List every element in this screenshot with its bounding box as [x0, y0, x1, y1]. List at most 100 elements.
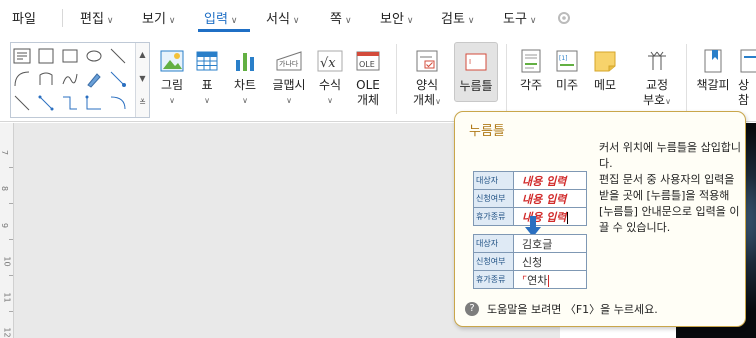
table-row: 신청여부 내용 입력	[473, 189, 587, 208]
field-button[interactable]: I 누름틀	[454, 42, 498, 102]
form-object-button[interactable]: 양식 개체∨	[410, 48, 444, 109]
chevron-down-icon[interactable]: ∨	[230, 93, 260, 108]
menu-view[interactable]: 보기 ∨	[142, 8, 176, 27]
table-header-cell: 휴가종류	[473, 270, 514, 289]
square-shape-icon[interactable]	[61, 47, 79, 65]
chevron-down-icon: ∨	[230, 16, 238, 26]
scroll-down-icon[interactable]: ▼	[136, 67, 149, 91]
elbow-connector-icon[interactable]	[61, 94, 79, 112]
equation-button[interactable]: √x 수식 ∨	[314, 48, 346, 108]
bookmark-button[interactable]: 책갈피	[694, 48, 732, 93]
equation-icon: √x	[317, 50, 343, 72]
table-value-text: 연차	[527, 273, 548, 287]
menu-page[interactable]: 쪽 ∨	[330, 8, 352, 27]
proofreading-label-line1: 교정	[645, 78, 669, 92]
table-header-cell: 대상자	[473, 171, 514, 190]
footnote-button[interactable]: 각주	[516, 48, 546, 93]
endnote-button[interactable]: [1] 미주	[552, 48, 582, 93]
ole-object-icon: OLE	[356, 51, 380, 71]
svg-text:[1]: [1]	[559, 55, 568, 62]
curve-shape-icon[interactable]	[61, 70, 79, 88]
bookmark-label: 책갈피	[696, 78, 730, 92]
form-object-icon	[416, 50, 438, 72]
chevron-down-icon[interactable]: ∨	[665, 97, 671, 106]
wordart-button[interactable]: 가나다 글맵시 ∨	[268, 48, 310, 108]
endnote-label: 미주	[555, 78, 579, 92]
polygon-shape-icon[interactable]	[37, 70, 55, 88]
arrow-connector-icon[interactable]	[37, 94, 55, 112]
curved-connector-icon[interactable]	[109, 94, 127, 112]
help-text: 도움말을 보려면 〈F1〉을 누르세요.	[487, 303, 658, 316]
menu-security-label: 보안	[380, 12, 404, 27]
menu-security[interactable]: 보안 ∨	[380, 8, 414, 27]
ruler-number: 8	[0, 185, 10, 192]
settings-gear-icon[interactable]	[556, 10, 572, 26]
picture-icon	[160, 50, 184, 72]
menu-file[interactable]: 파일	[12, 8, 36, 27]
chevron-down-icon: ∨	[406, 16, 414, 26]
straight-connector-icon[interactable]	[13, 94, 31, 112]
field-icon: I	[465, 53, 487, 71]
ellipse-shape-icon[interactable]	[85, 47, 103, 65]
connector-arrow-icon[interactable]	[109, 70, 127, 88]
proofreading-marks-button[interactable]: 교정 부호∨	[636, 48, 678, 109]
ole-label-line1: OLE	[356, 78, 380, 92]
chevron-down-icon: ∨	[168, 16, 176, 26]
gallery-scrollbar[interactable]: ▲ ▼ ≚	[135, 43, 149, 117]
text-box-icon[interactable]	[13, 47, 31, 65]
table-button[interactable]: 표 ∨	[194, 48, 220, 108]
tooltip-description: 커서 위치에 누름틀을 삽입합니다. 편집 문서 중 사용자의 입력을 받을 곳…	[599, 141, 742, 234]
gallery-expand-icon[interactable]: ≚	[136, 91, 149, 115]
shape-gallery: ▲ ▼ ≚	[10, 42, 150, 118]
proofreading-label-line2: 부호	[643, 93, 666, 107]
footnote-icon	[521, 49, 541, 73]
chevron-down-icon: ∨	[292, 16, 300, 26]
example-table-after: 대상자 김호글 신청여부 신청 휴가종류 ⌜연차	[473, 234, 587, 289]
ruler-number: 9	[0, 222, 10, 229]
chevron-down-icon[interactable]: ∨	[194, 93, 220, 108]
ruler-tick	[9, 167, 13, 168]
picture-button[interactable]: 그림 ∨	[157, 48, 187, 108]
table-header-cell: 신청여부	[473, 252, 514, 271]
wordart-icon: 가나다	[276, 51, 302, 71]
ruler-tick	[9, 239, 13, 240]
pencil-draw-icon[interactable]	[85, 70, 103, 88]
ruler-tick	[9, 203, 13, 204]
menu-review-label: 검토	[441, 12, 465, 27]
scroll-up-icon[interactable]: ▲	[136, 43, 149, 67]
chevron-down-icon: ∨	[106, 16, 114, 26]
svg-text:√x: √x	[320, 56, 336, 71]
ruler-number: 11	[2, 292, 12, 303]
chevron-down-icon[interactable]: ∨	[314, 93, 346, 108]
memo-button[interactable]: 메모	[590, 48, 620, 93]
menu-format[interactable]: 서식 ∨	[266, 8, 300, 27]
ole-label-line2: 개체	[356, 93, 380, 107]
footnote-label: 각주	[519, 78, 543, 92]
menu-review[interactable]: 검토 ∨	[441, 8, 475, 27]
memo-label: 메모	[593, 78, 617, 92]
table-value-cell: 내용 입력	[513, 189, 587, 208]
chevron-down-icon[interactable]: ∨	[157, 93, 187, 108]
menu-edit-label: 편집	[80, 12, 104, 27]
arc-shape-icon[interactable]	[13, 70, 31, 88]
table-header-cell: 휴가종류	[473, 207, 514, 226]
menu-insert[interactable]: 입력 ∨	[204, 8, 238, 27]
chevron-down-icon[interactable]: ∨	[435, 97, 441, 106]
table-row: 대상자 김호글	[473, 234, 587, 253]
ole-object-button[interactable]: OLE OLE 개체	[352, 48, 384, 108]
chart-button[interactable]: 차트 ∨	[230, 48, 260, 108]
menu-bar: 파일 편집 ∨ 보기 ∨ 입력 ∨ 서식 ∨ 쪽 ∨ 보안 ∨ 검토 ∨ 도구 ∨	[0, 0, 756, 36]
table-header-cell: 대상자	[473, 234, 514, 253]
proofreading-marks-icon	[648, 51, 666, 70]
table-value-cell: 김호글	[513, 234, 587, 253]
chart-icon	[236, 53, 254, 71]
line-shape-icon[interactable]	[109, 47, 127, 65]
chevron-down-icon[interactable]: ∨	[268, 93, 310, 108]
menu-view-label: 보기	[142, 12, 166, 27]
rectangle-shape-icon[interactable]	[37, 47, 55, 65]
cross-reference-button[interactable]: 상 참	[738, 48, 756, 108]
elbow-arrow-connector-icon[interactable]	[85, 94, 103, 112]
menu-edit[interactable]: 편집 ∨	[80, 8, 114, 27]
menu-tools[interactable]: 도구 ∨	[503, 8, 537, 27]
table-row: 대상자 내용 입력	[473, 171, 587, 190]
